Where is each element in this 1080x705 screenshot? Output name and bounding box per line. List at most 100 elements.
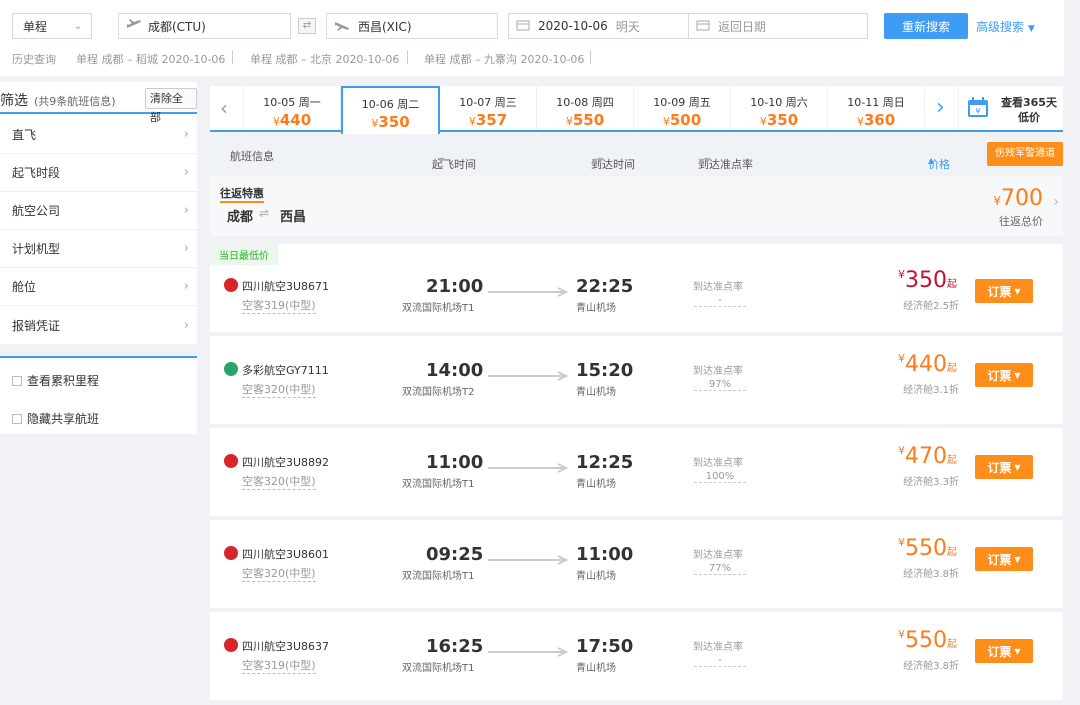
flight-price: ¥470起 <box>898 444 957 469</box>
date-tab[interactable]: 10-09 周五 ¥500 <box>634 86 731 130</box>
return-date-input[interactable]: 返回日期 <box>688 13 868 39</box>
arrival-city-input[interactable]: 西昌(XIC) <box>326 13 498 39</box>
ontime-rate[interactable]: 100% <box>694 471 746 483</box>
ontime-rate[interactable]: - <box>694 655 746 667</box>
ontime-label: 到达准点率 <box>693 550 743 561</box>
date-tab-date: 10-08 周四 <box>556 96 614 109</box>
flight-price: ¥440起 <box>898 352 957 377</box>
book-button[interactable]: 订票 ▼ <box>975 547 1033 571</box>
filter-item-aircraft[interactable]: 计划机型 › <box>0 230 197 268</box>
date-price-bar: ‹ 10-05 周一 ¥440 10-06 周二 ¥350 10-07 周三 ¥357… <box>210 86 1063 134</box>
departure-time: 14:00 <box>426 360 484 381</box>
filter-item-direct[interactable]: 直飞 › <box>0 116 197 154</box>
date-tab[interactable]: 10-11 周日 ¥360 <box>828 86 925 130</box>
flight-row[interactable]: 四川航空3U8637 空客319(中型) 16:25 双流国际机场T1 17:50 青山机… <box>210 612 1063 700</box>
swap-cities-button[interactable]: ⇄ <box>298 18 316 34</box>
caret-down-icon: ▼ <box>1014 462 1021 472</box>
airline-flight-number: 四川航空3U8892 <box>242 456 330 469</box>
flight-row[interactable]: 多彩航空GY7111 空客320(中型) 14:00 双流国际机场T2 15:20 青山机… <box>210 336 1063 424</box>
sort-icon: ▲▼ <box>698 156 711 165</box>
ontime-rate[interactable]: 77% <box>694 563 746 575</box>
landing-icon <box>334 19 350 34</box>
research-button[interactable]: 重新搜索 <box>884 13 968 39</box>
depart-date: 2020-10-06 <box>538 19 608 33</box>
aircraft-type[interactable]: 空客320(中型) <box>242 473 316 490</box>
filter-item-time[interactable]: 起飞时段 › <box>0 154 197 192</box>
book-label: 订票 <box>987 552 1012 567</box>
clear-all-button[interactable]: 清除全部 <box>145 88 197 124</box>
departure-city-input[interactable]: 成都(CTU) <box>118 13 291 39</box>
next-dates-button[interactable]: › <box>925 86 959 130</box>
chevron-right-icon: › <box>1053 194 1059 210</box>
date-tab[interactable]: 10-05 周一 ¥440 <box>244 86 341 130</box>
roundtrip-note: 往返总价 <box>999 215 1043 228</box>
filter-item-airline[interactable]: 航空公司 › <box>0 192 197 230</box>
chevron-right-icon: › <box>183 203 189 218</box>
date-tab[interactable]: 10-08 周四 ¥550 <box>537 86 634 130</box>
arrow-right-icon <box>488 463 568 473</box>
trip-type-select[interactable]: 单程 ⌄ <box>12 13 92 39</box>
filter-item-label: 计划机型 <box>12 242 61 256</box>
date-tab-active[interactable]: 10-06 周二 ¥350 <box>341 86 440 134</box>
view-365-days-button[interactable]: ¥ 查看365天 低价 <box>959 86 1063 130</box>
flight-row[interactable]: 四川航空3U8601 空客320(中型) 09:25 双流国际机场T1 11:00 青山机… <box>210 520 1063 608</box>
prev-dates-button[interactable]: ‹ <box>210 86 244 130</box>
date-tab-date: 10-09 周五 <box>653 96 711 109</box>
advanced-search-label: 高级搜索 <box>976 20 1025 34</box>
hide-codeshare-checkbox[interactable]: 隐藏共享航班 <box>12 410 99 427</box>
flight-row[interactable]: 四川航空3U8892 空客320(中型) 11:00 双流国际机场T1 12:25 青山机… <box>210 428 1063 516</box>
checkbox-label: 隐藏共享航班 <box>27 412 100 426</box>
chevron-right-icon: › <box>183 241 189 256</box>
book-button[interactable]: 订票 ▼ <box>975 639 1033 663</box>
military-channel-button[interactable]: 伤残军警通道 <box>987 142 1063 166</box>
divider <box>407 50 408 64</box>
flight-price: ¥550起 <box>898 536 957 561</box>
aircraft-type[interactable]: 空客319(中型) <box>242 297 316 314</box>
chevron-right-icon: › <box>936 95 945 120</box>
aircraft-type[interactable]: 空客320(中型) <box>242 381 316 398</box>
arrival-airport: 青山机场 <box>576 663 616 674</box>
flight-row[interactable]: 当日最低价 四川航空3U8671 空客319(中型) 21:00 双流国际机场T1 22:… <box>210 244 1063 332</box>
history-item[interactable]: 单程 成都 – 稻城 2020-10-06 <box>76 51 225 67</box>
arrival-airport: 青山机场 <box>576 303 616 314</box>
book-button[interactable]: 订票 ▼ <box>975 455 1033 479</box>
show-mileage-checkbox[interactable]: 查看累积里程 <box>12 372 99 389</box>
ontime-rate[interactable]: 97% <box>694 379 746 391</box>
cabin-discount: 经济舱3.8折 <box>903 661 959 672</box>
checkbox-icon <box>12 413 22 424</box>
calendar-line2: 低价 <box>1017 111 1040 124</box>
filter-item-receipt[interactable]: 报销凭证 › <box>0 306 197 344</box>
divider <box>590 50 591 64</box>
advanced-search-link[interactable]: 高级搜索 ▼ <box>976 18 1035 35</box>
caret-down-icon: ▼ <box>1014 554 1021 564</box>
filter-item-label: 起飞时段 <box>12 166 61 180</box>
airline-flight-number: 四川航空3U8601 <box>242 548 330 561</box>
ontime-rate[interactable]: - <box>694 295 746 307</box>
depart-date-input[interactable]: 2020-10-06 明天 <box>508 13 689 39</box>
arrow-right-icon <box>488 371 568 381</box>
history-label: 历史查询 <box>12 53 56 66</box>
search-bar: 单程 ⌄ 成都(CTU) ⇄ 西昌(XIC) 2020-10-06 明天 返回日… <box>0 0 1064 76</box>
history-item[interactable]: 单程 成都 – 九寨沟 2020-10-06 <box>424 51 584 67</box>
arrival-time: 15:20 <box>576 360 634 381</box>
book-button[interactable]: 订票 ▼ <box>975 279 1033 303</box>
filter-item-label: 直飞 <box>12 128 37 142</box>
flight-price-value: 440 <box>905 352 947 377</box>
history-item[interactable]: 单程 成都 – 北京 2020-10-06 <box>250 51 399 67</box>
date-tab[interactable]: 10-07 周三 ¥357 <box>440 86 537 130</box>
filter-item-cabin[interactable]: 舱位 › <box>0 268 197 306</box>
airline-logo-icon <box>224 546 238 560</box>
date-tab-date: 10-11 周日 <box>847 96 905 109</box>
aircraft-type[interactable]: 空客320(中型) <box>242 565 316 582</box>
currency-symbol: ¥ <box>898 628 905 641</box>
aircraft-type[interactable]: 空客319(中型) <box>242 657 316 674</box>
arrival-time: 12:25 <box>576 452 634 473</box>
caret-down-icon: ▼ <box>1014 370 1021 380</box>
checkbox-label: 查看累积里程 <box>27 374 100 388</box>
flight-price-value: 470 <box>905 444 947 469</box>
book-button[interactable]: 订票 ▼ <box>975 363 1033 387</box>
departure-airport: 双流国际机场T1 <box>402 303 475 314</box>
roundtrip-deal[interactable]: 往返特惠 成都 ⇌ 西昌 ¥700 › 往返总价 <box>210 176 1063 236</box>
checkbox-icon <box>12 375 22 386</box>
date-tab[interactable]: 10-10 周六 ¥350 <box>731 86 828 130</box>
